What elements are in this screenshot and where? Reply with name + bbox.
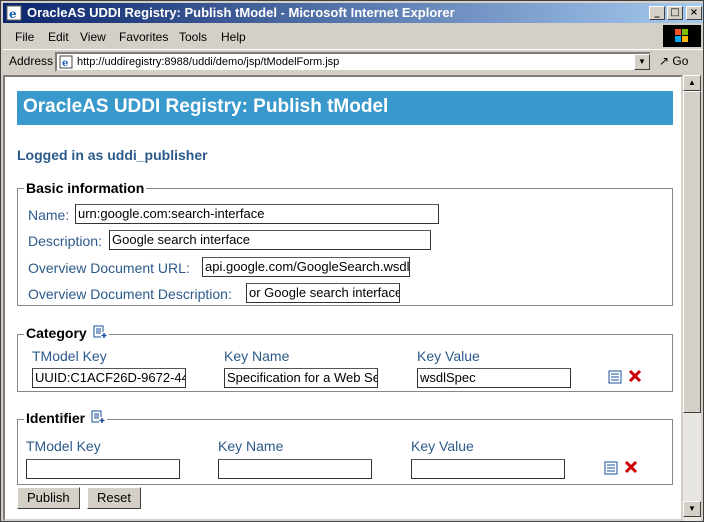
category-tmodel-key-header: TModel Key <box>32 348 107 364</box>
go-button[interactable]: ↗ Go <box>659 54 688 68</box>
ie-logo-icon: e <box>6 5 22 21</box>
category-key-name-input[interactable]: Specification for a Web Se <box>224 368 378 388</box>
menu-edit[interactable]: Edit <box>48 30 69 44</box>
menu-view[interactable]: View <box>80 30 106 44</box>
svg-text:e: e <box>62 58 68 69</box>
category-fieldset: Category TModel Key Key Name Key Value U… <box>17 325 673 392</box>
identifier-key-value-input[interactable] <box>411 459 565 479</box>
category-tmodel-key-input[interactable]: UUID:C1ACF26D-9672-44 <box>32 368 186 388</box>
scroll-up-button[interactable]: ▲ <box>683 75 701 91</box>
category-delete-icon[interactable] <box>628 369 642 383</box>
category-details-icon[interactable] <box>608 370 622 384</box>
browser-window: e OracleAS UDDI Registry: Publish tModel… <box>0 0 704 522</box>
address-input[interactable]: e http://uddiregistry:8988/uddi/demo/jsp… <box>55 52 651 72</box>
overview-description-label: Overview Document Description: <box>28 286 232 302</box>
category-key-value-input[interactable]: wsdlSpec <box>417 368 571 388</box>
category-key-name-header: Key Name <box>224 348 290 364</box>
window-title: OracleAS UDDI Registry: Publish tModel -… <box>27 5 455 20</box>
category-key-value-header: Key Value <box>417 348 480 364</box>
reset-button[interactable]: Reset <box>87 487 141 509</box>
menu-tools[interactable]: Tools <box>179 30 207 44</box>
address-label: Address <box>9 54 54 68</box>
go-arrow-icon: ↗ <box>659 54 670 68</box>
description-input[interactable]: Google search interface <box>109 230 431 250</box>
maximize-button[interactable]: □ <box>667 6 683 20</box>
name-label: Name: <box>28 207 70 223</box>
basic-info-fieldset: Basic information Name: urn:google.com:s… <box>17 180 673 306</box>
scroll-thumb[interactable] <box>683 91 701 413</box>
vertical-scrollbar[interactable]: ▲ ▼ <box>683 75 701 521</box>
close-button[interactable]: × <box>686 6 702 20</box>
identifier-legend: Identifier <box>24 410 108 426</box>
menu-bar: File Edit View Favorites Tools Help <box>3 25 703 47</box>
category-legend: Category <box>24 325 109 341</box>
identifier-key-name-input[interactable] <box>218 459 372 479</box>
address-dropdown-button[interactable]: ▼ <box>634 54 650 70</box>
identifier-legend-text: Identifier <box>26 410 86 426</box>
go-label: Go <box>672 54 689 68</box>
add-identifier-icon[interactable] <box>91 410 106 424</box>
menu-file[interactable]: File <box>15 30 34 44</box>
title-bar: e OracleAS UDDI Registry: Publish tModel… <box>3 3 703 23</box>
menu-help[interactable]: Help <box>221 30 246 44</box>
logged-in-status: Logged in as uddi_publisher <box>17 147 208 163</box>
overview-url-label: Overview Document URL: <box>28 260 190 276</box>
category-legend-text: Category <box>26 325 87 341</box>
page-content: OracleAS UDDI Registry: Publish tModel L… <box>3 75 683 521</box>
basic-info-legend: Basic information <box>24 180 147 196</box>
svg-text:e: e <box>9 7 17 21</box>
overview-url-input[interactable]: api.google.com/GoogleSearch.wsdl <box>202 257 410 277</box>
identifier-key-name-header: Key Name <box>218 438 284 454</box>
page-icon: e <box>59 55 73 69</box>
address-url: http://uddiregistry:8988/uddi/demo/jsp/t… <box>77 56 340 68</box>
name-input[interactable]: urn:google.com:search-interface <box>75 204 439 224</box>
page-title: OracleAS UDDI Registry: Publish tModel <box>17 91 673 125</box>
add-category-icon[interactable] <box>93 325 107 339</box>
overview-description-input[interactable]: or Google search interface <box>246 283 400 303</box>
windows-throbber <box>663 25 701 47</box>
windows-logo-icon <box>675 29 688 42</box>
identifier-tmodel-key-header: TModel Key <box>26 438 101 454</box>
identifier-tmodel-key-input[interactable] <box>26 459 180 479</box>
identifier-details-icon[interactable] <box>604 461 618 475</box>
address-bar: Address e http://uddiregistry:8988/uddi/… <box>3 49 703 73</box>
minimize-button[interactable]: _ <box>649 6 665 20</box>
identifier-fieldset: Identifier TModel Key Key Name Key Value <box>17 410 673 485</box>
publish-button[interactable]: Publish <box>17 487 80 509</box>
identifier-key-value-header: Key Value <box>411 438 474 454</box>
identifier-delete-icon[interactable] <box>624 460 638 474</box>
scroll-down-button[interactable]: ▼ <box>683 501 701 517</box>
menu-favorites[interactable]: Favorites <box>119 30 168 44</box>
description-label: Description: <box>28 233 102 249</box>
